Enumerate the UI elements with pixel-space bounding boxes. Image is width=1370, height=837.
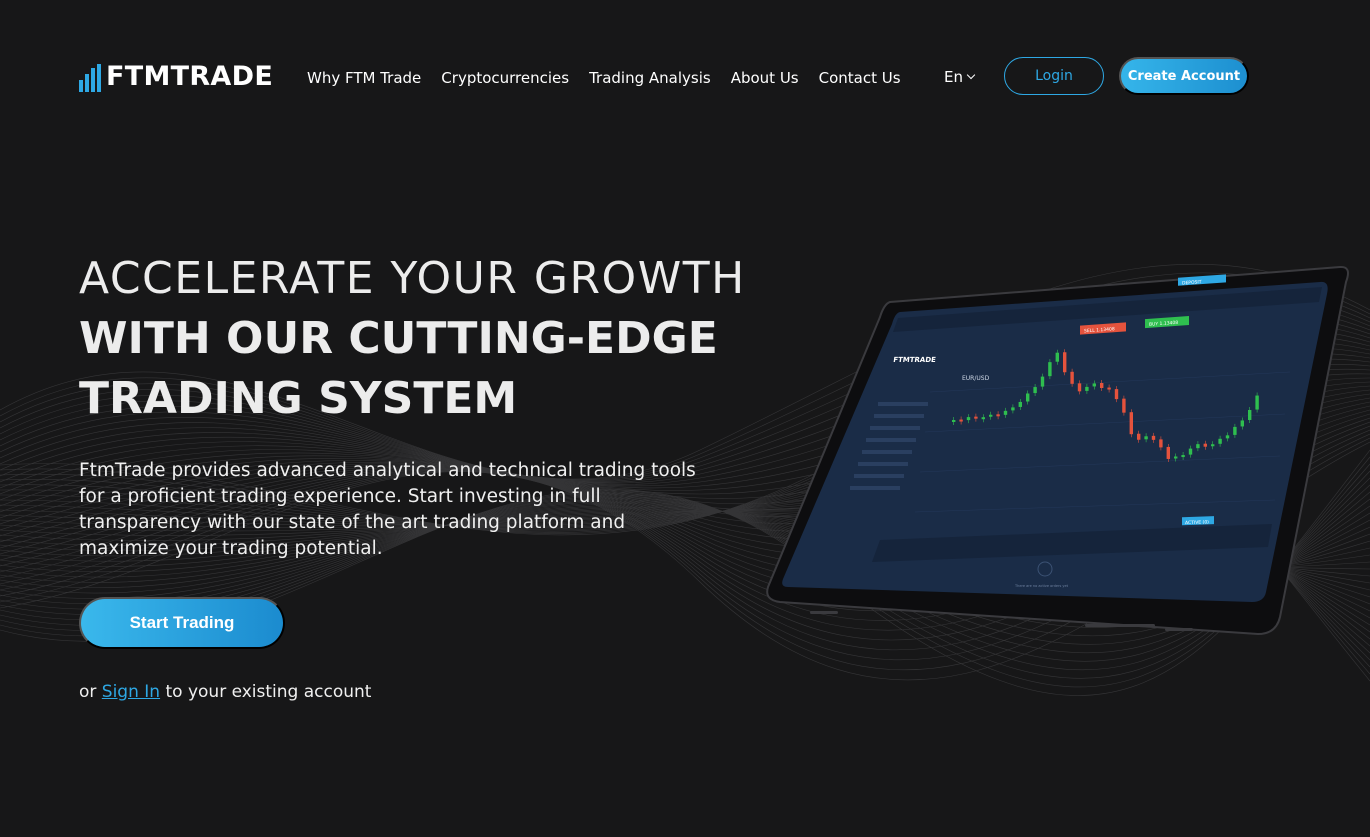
language-selector[interactable]: En <box>944 67 976 87</box>
start-trading-button[interactable]: Start Trading <box>79 597 285 649</box>
nav-item-why-ftm-trade[interactable]: Why FTM Trade <box>307 68 421 88</box>
sign-in-link[interactable]: Sign In <box>102 682 160 702</box>
nav-item-cryptocurrencies[interactable]: Cryptocurrencies <box>441 68 569 88</box>
nav-item-contact-us[interactable]: Contact Us <box>819 68 901 88</box>
signin-suffix: to your existing account <box>165 682 372 702</box>
signin-prefix: or <box>79 682 97 702</box>
nav-item-about-us[interactable]: About Us <box>731 68 799 88</box>
hero-title-line-3: TRADING SYSTEM <box>79 373 518 424</box>
brand-logo[interactable]: FTMTRADE <box>79 62 273 92</box>
pair-label: EUR/USD <box>962 375 990 382</box>
app-logo: FTMTRADE <box>893 355 937 364</box>
signin-prompt: or Sign In to your existing account <box>79 681 371 703</box>
hero-title-line-2: WITH OUR CUTTING-EDGE <box>79 313 718 364</box>
login-button[interactable]: Login <box>1004 57 1104 95</box>
hero-title-line-1: ACCELERATE YOUR GROWTH <box>79 253 746 304</box>
nav-item-trading-analysis[interactable]: Trading Analysis <box>589 68 711 88</box>
brand-name: FTMTRADE <box>106 61 274 92</box>
active-tab-label: ACTIVE (0) <box>1185 519 1209 526</box>
language-label: En <box>944 68 963 86</box>
site-header: FTMTRADE Why FTM Trade Cryptocurrencies … <box>0 0 1370 150</box>
hero-description: FtmTrade provides advanced analytical an… <box>79 460 696 559</box>
empty-orders-note: There are no active orders yet <box>1014 584 1069 588</box>
trading-platform-tablet-image: FTMTRADE DEPOSIT SELL 1.13408 BUY 1.1340… <box>766 265 1349 636</box>
main-nav: Why FTM Trade Cryptocurrencies Trading A… <box>307 68 921 88</box>
create-account-button[interactable]: Create Account <box>1119 57 1249 95</box>
chevron-down-icon <box>966 70 976 80</box>
bar-chart-icon <box>79 64 101 92</box>
